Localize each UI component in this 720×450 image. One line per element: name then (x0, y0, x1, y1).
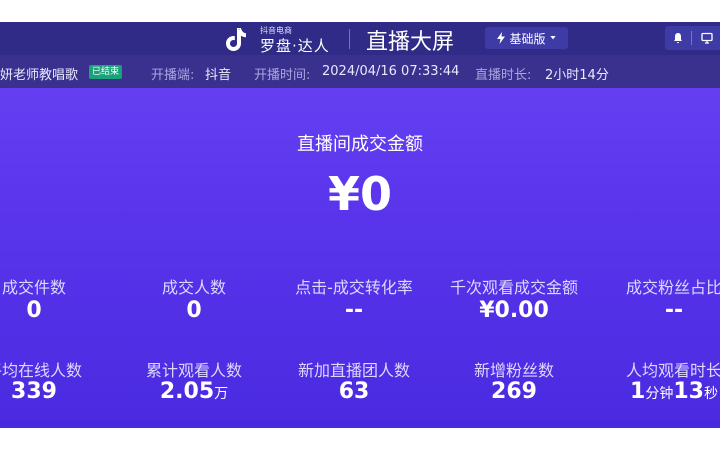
watch-time-seconds: 13 (673, 379, 704, 404)
tiktok-logo-icon (226, 28, 246, 51)
start-time-label: 开播时间: (254, 68, 311, 83)
metric-label-buyers: 成交人数 (161, 278, 226, 297)
gmv-value: ¥0 (327, 167, 392, 221)
metric-value-total-viewers: 2.05万 (104, 379, 284, 404)
header-divider (349, 29, 350, 49)
live-info-bar: 妍老师教唱歌 已结束 开播端: 抖音 开播时间: 2024/04/16 07:3… (0, 55, 720, 88)
watch-time-seconds-unit: 秒 (703, 386, 718, 402)
metric-value-buyers: 0 (186, 298, 202, 323)
status-badge: 已结束 (89, 65, 123, 79)
gmv-label: 直播间成交金额 (297, 134, 423, 155)
total-viewers-unit: 万 (214, 386, 229, 402)
metric-label-fan-buyer-ratio: 成交粉丝占比 (625, 278, 720, 297)
caret-down-icon (549, 36, 556, 40)
brand-name: 罗盘·达人 (260, 37, 330, 55)
metric-label-new-fan-club: 新加直播团人数 (297, 361, 410, 380)
metric-label-avg-watch-time: 人均观看时长 (625, 361, 720, 380)
watch-time-minutes: 1 (630, 379, 646, 404)
room-name: 妍老师教唱歌 (0, 68, 79, 83)
duration-value: 2小时14分 (545, 68, 609, 83)
live-dashboard-screen: 抖音电商 罗盘·达人 直播大屏 基础版 妍老师教唱歌 已结束 开播端: 抖音 开… (0, 22, 720, 428)
metric-value-new-followers: 269 (491, 379, 537, 404)
monitor-icon[interactable] (701, 32, 713, 44)
platform-label: 开播端: (151, 68, 195, 83)
total-viewers-number: 2.05 (159, 379, 215, 404)
tools-separator (691, 31, 692, 45)
platform-value: 抖音 (205, 68, 232, 83)
top-bar: 抖音电商 罗盘·达人 直播大屏 基础版 (0, 22, 720, 55)
watch-time-minutes-unit: 分钟 (645, 386, 674, 402)
version-label: 基础版 (509, 31, 546, 46)
metric-value-avg-watch-time: 1分钟13秒 (584, 379, 720, 404)
version-dropdown[interactable]: 基础版 (485, 27, 568, 49)
metric-value-click-conversion: -- (344, 298, 364, 323)
metric-value-gpm: ¥0.00 (479, 298, 549, 323)
lightning-icon (497, 32, 506, 44)
page-title: 直播大屏 (366, 30, 455, 55)
metric-value-new-fan-club: 63 (338, 379, 370, 404)
header-tools (665, 26, 720, 50)
metric-value-fan-buyer-ratio: -- (664, 298, 684, 323)
metric-label-gpm: 千次观看成交金额 (449, 278, 578, 297)
duration-label: 直播时长: (475, 68, 532, 83)
metric-label-total-viewers: 累计观看人数 (145, 361, 242, 380)
metric-label-click-conversion: 点击-成交转化率 (295, 278, 413, 297)
bell-icon[interactable] (672, 32, 684, 44)
start-time-value: 2024/04/16 07:33:44 (322, 64, 460, 79)
metric-label-new-followers: 新增粉丝数 (473, 361, 554, 380)
